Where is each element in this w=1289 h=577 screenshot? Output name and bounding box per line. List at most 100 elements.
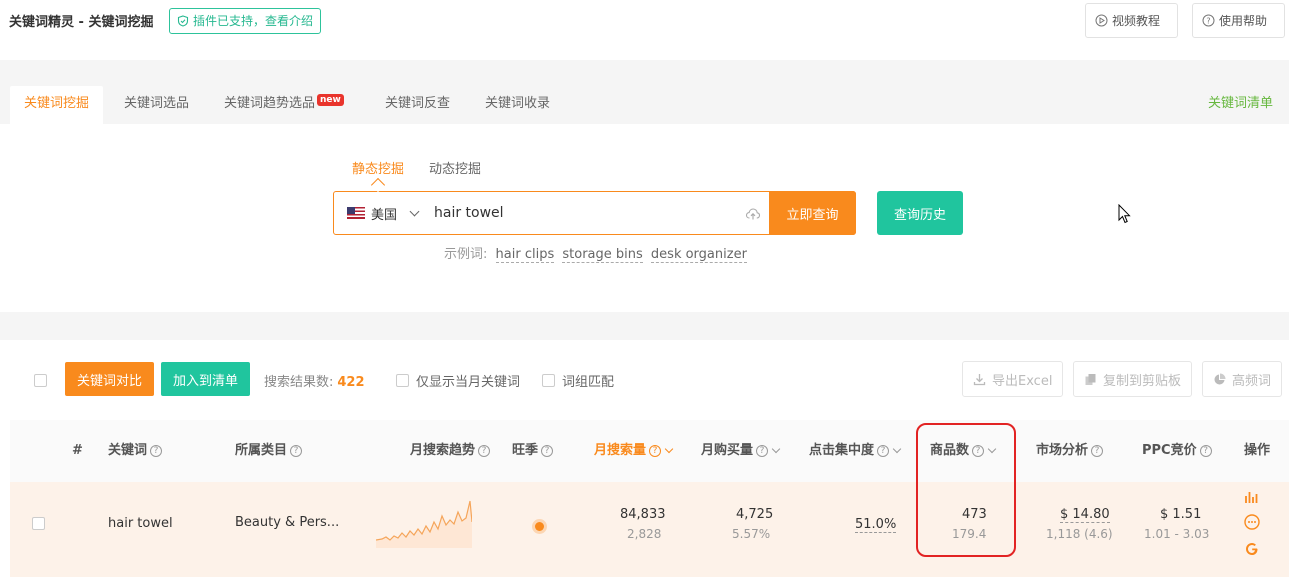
sort-icon[interactable] <box>892 444 902 453</box>
col-product-count-label: 商品数 <box>930 443 970 458</box>
mode-indicator-arrow <box>370 177 386 193</box>
tab-keyword-reverse[interactable]: 关键词反查 <box>385 86 450 124</box>
col-monthly-search-label: 月搜索量 <box>594 443 647 458</box>
search-submit-button[interactable]: 立即查询 <box>769 191 856 235</box>
video-tutorial-button[interactable]: 视频教程 <box>1085 3 1178 38</box>
add-to-list-button[interactable]: 加入到清单 <box>161 362 250 396</box>
col-ppc-bid: PPC竞价? <box>1142 420 1212 482</box>
only-current-month-label: 仅显示当月关键词 <box>416 375 521 390</box>
only-current-month-checkbox[interactable] <box>396 374 409 387</box>
google-search-icon[interactable] <box>1243 540 1261 558</box>
col-market-analysis: 市场分析? <box>1036 420 1104 482</box>
tab-keyword-product-selection[interactable]: 关键词选品 <box>124 86 189 124</box>
example-keyword[interactable]: desk organizer <box>650 247 747 263</box>
row-monthly-search-sub: 2,828 <box>627 527 662 541</box>
phrase-match-label: 词组匹配 <box>562 375 615 390</box>
only-current-month-option[interactable]: 仅显示当月关键词 <box>396 371 520 390</box>
help-button[interactable]: ? 使用帮助 <box>1192 3 1285 38</box>
plugin-badge-label: 插件已支持，查看介绍 <box>193 14 314 28</box>
help-icon[interactable]: ? <box>1199 444 1212 457</box>
help-icon[interactable]: ? <box>1091 444 1104 457</box>
row-market-price[interactable]: $ 14.80 <box>1060 507 1110 523</box>
example-keywords: 示例词: hair clips storage bins desk organi… <box>444 243 747 263</box>
col-peak-season-label: 旺季 <box>512 443 539 458</box>
search-trend-sparkline[interactable] <box>376 496 472 548</box>
high-frequency-words-label: 高频词 <box>1232 373 1272 389</box>
help-icon[interactable]: ? <box>877 444 890 457</box>
col-index: # <box>72 443 83 458</box>
select-all-checkbox[interactable] <box>34 374 47 387</box>
help-icon[interactable]: ? <box>756 444 769 457</box>
col-actions: 操作 <box>1244 443 1271 458</box>
row-monthly-purchase-sub: 5.57% <box>732 527 771 541</box>
col-monthly-purchase[interactable]: 月购买量? <box>701 420 781 482</box>
row-checkbox[interactable] <box>32 517 45 530</box>
row-category: Beauty & Pers... <box>235 515 340 530</box>
bar-chart-icon[interactable] <box>1243 488 1261 506</box>
sort-icon[interactable] <box>771 444 781 453</box>
sort-desc-icon[interactable] <box>664 444 674 453</box>
example-keyword[interactable]: hair clips <box>495 247 555 263</box>
row-monthly-purchase: 4,725 <box>736 507 774 522</box>
col-search-trend: 月搜索趋势? <box>410 420 491 482</box>
new-badge: new <box>317 94 344 106</box>
sort-icon[interactable] <box>987 444 997 453</box>
tab-keyword-mining[interactable]: 关键词挖掘 <box>10 86 104 124</box>
row-ppc: $ 1.51 <box>1160 507 1202 522</box>
country-select[interactable]: 美国 <box>347 192 420 234</box>
tab-static-mining[interactable]: 静态挖掘 <box>352 158 404 177</box>
examples-label: 示例词: <box>444 247 488 262</box>
result-count: 搜索结果数: 422 <box>264 371 365 390</box>
col-search-trend-label: 月搜索趋势 <box>410 443 476 458</box>
help-icon[interactable]: ? <box>290 444 303 457</box>
result-count-value: 422 <box>337 375 365 390</box>
keyword-compare-button[interactable]: 关键词对比 <box>65 362 154 396</box>
question-circle-icon: ? <box>1202 14 1215 27</box>
tab-keyword-trend-label: 关键词趋势选品 <box>224 96 316 111</box>
shield-check-icon <box>177 15 189 27</box>
help-label: 使用帮助 <box>1219 14 1268 28</box>
copy-clipboard-button[interactable]: 复制到剪贴板 <box>1073 361 1193 397</box>
help-icon[interactable]: ? <box>649 444 662 457</box>
col-category: 所属类目? <box>235 420 303 482</box>
help-icon[interactable]: ? <box>541 444 554 457</box>
result-count-label: 搜索结果数: <box>264 375 334 390</box>
plugin-support-link[interactable]: 插件已支持，查看介绍 <box>169 8 322 34</box>
search-history-button[interactable]: 查询历史 <box>877 191 963 235</box>
col-monthly-purchase-label: 月购买量 <box>701 443 754 458</box>
more-options-icon[interactable] <box>1243 513 1261 531</box>
main-tabs: 关键词挖掘 关键词选品 关键词趋势选品 new 关键词反查 关键词收录 关键词清单 <box>0 86 1289 124</box>
tab-dynamic-mining[interactable]: 动态挖掘 <box>429 158 481 177</box>
search-panel: 静态挖掘 动态挖掘 美国 立即查询 查询历史 示例词: hair clips s… <box>0 124 1289 312</box>
page-title: 关键词精灵 - 关键词挖掘 <box>9 15 154 30</box>
phrase-match-option[interactable]: 词组匹配 <box>542 371 614 390</box>
search-box: 美国 立即查询 <box>333 191 856 235</box>
col-category-label: 所属类目 <box>235 443 288 458</box>
tab-keyword-indexing[interactable]: 关键词收录 <box>485 86 550 124</box>
example-keyword[interactable]: storage bins <box>562 247 643 263</box>
col-keyword: 关键词? <box>108 420 163 482</box>
help-icon[interactable]: ? <box>972 444 985 457</box>
phrase-match-checkbox[interactable] <box>542 374 555 387</box>
download-icon <box>973 373 986 385</box>
copy-clipboard-label: 复制到剪贴板 <box>1103 373 1182 389</box>
help-icon[interactable]: ? <box>150 444 163 457</box>
table-header: # 关键词? 所属类目? 月搜索趋势? 旺季? 月搜索量? 月购买量? 点击集中… <box>10 420 1289 482</box>
row-product-count-sub: 179.4 <box>952 527 987 541</box>
high-frequency-words-button[interactable]: 高频词 <box>1202 361 1283 397</box>
col-product-count[interactable]: 商品数? <box>930 420 997 482</box>
mouse-cursor-icon <box>1118 204 1131 224</box>
row-keyword[interactable]: hair towel <box>108 516 173 531</box>
col-click-concentration[interactable]: 点击集中度? <box>809 420 902 482</box>
page: 关键词精灵 - 关键词挖掘 插件已支持，查看介绍 视频教程 ? 使用帮助 关键词… <box>0 0 1289 577</box>
search-input[interactable] <box>434 192 734 234</box>
keyword-list-link[interactable]: 关键词清单 <box>1208 86 1273 122</box>
help-icon[interactable]: ? <box>478 444 491 457</box>
copy-icon <box>1085 373 1096 385</box>
export-excel-button[interactable]: 导出Excel <box>962 361 1064 397</box>
col-monthly-search[interactable]: 月搜索量? <box>594 420 674 482</box>
cloud-upload-icon[interactable] <box>745 206 761 222</box>
tab-keyword-trend-selection[interactable]: 关键词趋势选品 new <box>224 86 344 124</box>
us-flag-icon <box>347 207 365 219</box>
row-click-concentration[interactable]: 51.0% <box>855 517 897 533</box>
